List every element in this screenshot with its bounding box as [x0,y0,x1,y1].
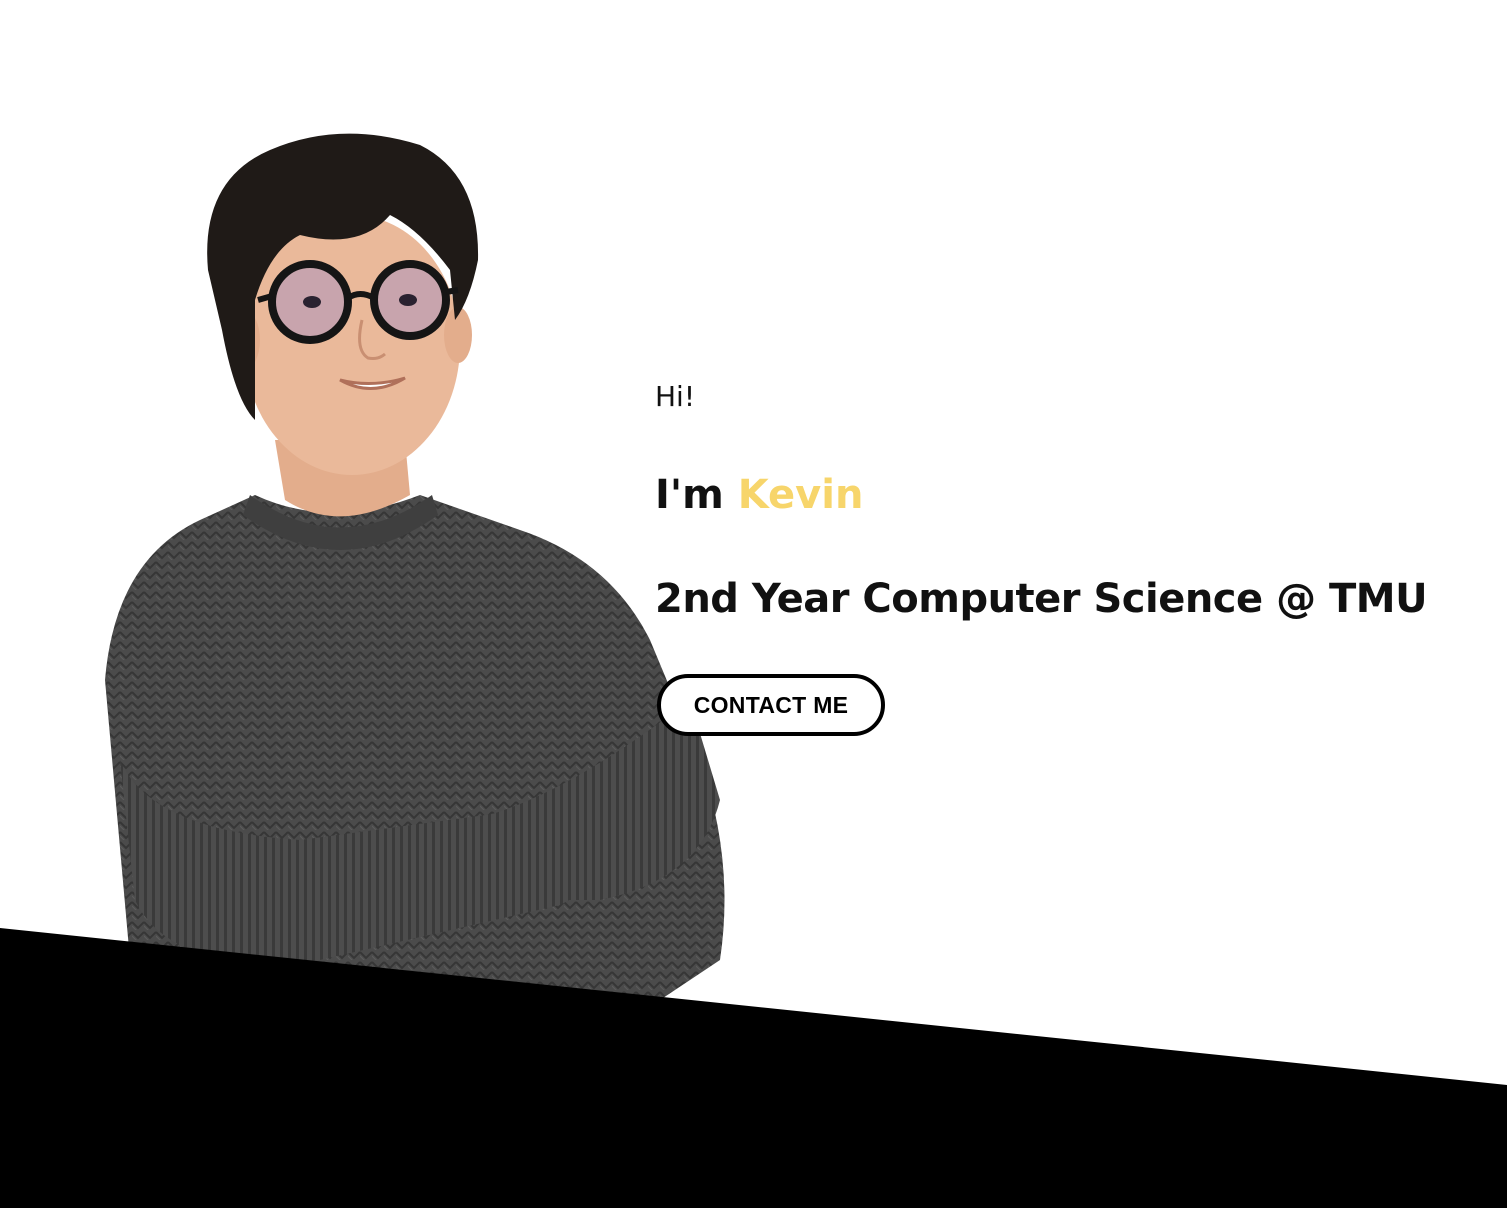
hero-section: Hi! I'm Kevin 2nd Year Computer Science … [0,0,1507,1208]
intro-prefix: I'm [655,472,738,518]
intro-name: Kevin [737,472,864,518]
intro-heading: I'm Kevin [655,469,863,521]
subtitle: 2nd Year Computer Science @ TMU [655,576,1428,622]
profile-photo [0,0,760,1010]
greeting: Hi! [655,380,696,413]
contact-me-button[interactable]: CONTACT ME [657,674,885,736]
